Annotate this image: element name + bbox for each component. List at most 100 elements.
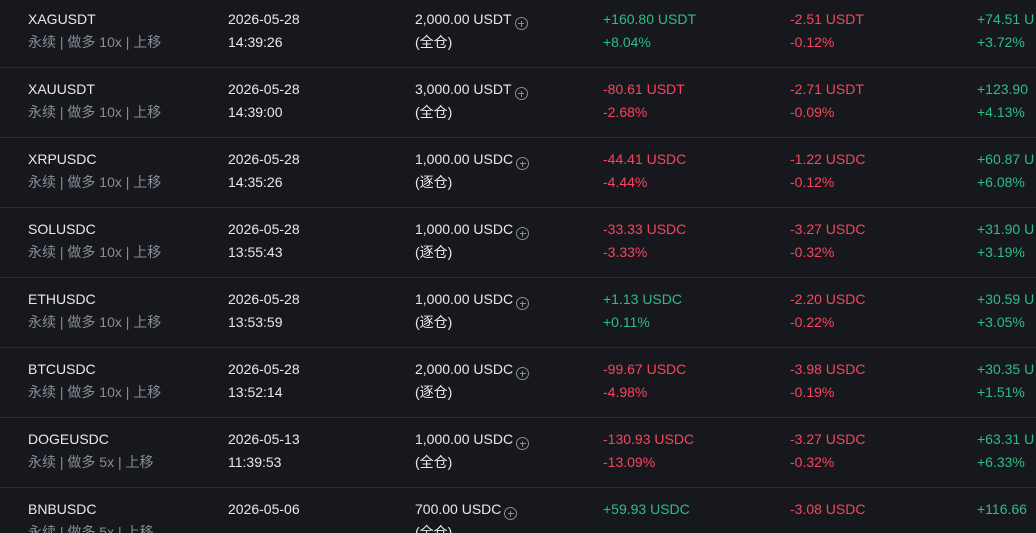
unrealized-pnl: -80.61 USDT	[603, 81, 685, 97]
margin-mode: (全仓)	[415, 34, 453, 50]
position-symbol[interactable]: ETHUSDC	[28, 289, 96, 309]
unrealized-pnl-percent: +0.11%	[603, 314, 650, 330]
table-row[interactable]: XAGUSDT 永续 | 做多 10x | 上移 2026-05-28 14:3…	[0, 0, 1036, 68]
funding-amount: +63.31 U	[977, 431, 1035, 447]
unrealized-pnl: +59.93 USDC	[603, 501, 690, 517]
plus-circle-icon[interactable]	[516, 437, 530, 450]
margin-amount: 1,000.00 USDC	[415, 219, 530, 240]
plus-circle-icon[interactable]	[514, 87, 528, 100]
margin-amount: 1,000.00 USDC	[415, 149, 530, 170]
position-meta: 永续 | 做多 10x | 上移	[28, 104, 162, 120]
open-date: 2026-05-28	[228, 221, 300, 237]
margin-mode: (逐仓)	[415, 314, 453, 330]
unrealized-pnl-percent: -2.68%	[603, 104, 648, 120]
open-time: 14:39:00	[228, 104, 283, 120]
unrealized-pnl-percent: -4.98%	[603, 384, 648, 400]
fee-amount: -2.20 USDC	[790, 291, 866, 307]
margin-amount: 700.00 USDC	[415, 499, 518, 520]
funding-amount: +116.66	[977, 501, 1027, 517]
funding-amount: +74.51 U	[977, 11, 1035, 27]
table-row[interactable]: XRPUSDC 永续 | 做多 10x | 上移 2026-05-28 14:3…	[0, 138, 1036, 208]
unrealized-pnl-percent: -13.09%	[603, 454, 656, 470]
open-date: 2026-05-28	[228, 81, 300, 97]
funding-amount: +31.90 U	[977, 221, 1035, 237]
open-date: 2026-05-06	[228, 501, 300, 517]
funding-percent: +4.13%	[977, 104, 1025, 120]
open-time: 14:39:26	[228, 34, 283, 50]
unrealized-pnl: -44.41 USDC	[603, 151, 687, 167]
margin-amount: 1,000.00 USDC	[415, 429, 530, 450]
fee-amount: -2.51 USDT	[790, 11, 864, 27]
funding-percent: +6.08%	[977, 174, 1025, 190]
funding-percent: +3.19%	[977, 244, 1025, 260]
unrealized-pnl: +160.80 USDT	[603, 11, 696, 27]
open-time: 13:55:43	[228, 244, 283, 260]
open-date: 2026-05-13	[228, 431, 300, 447]
position-symbol[interactable]: SOLUSDC	[28, 219, 96, 239]
position-meta: 永续 | 做多 10x | 上移	[28, 174, 162, 190]
plus-circle-icon[interactable]	[516, 157, 530, 170]
fee-percent: -0.09%	[790, 104, 835, 120]
table-row[interactable]: BNBUSDC 永续 | 做多 5x | 上移 2026-05-06 700.0…	[0, 488, 1036, 533]
plus-circle-icon[interactable]	[514, 17, 528, 30]
unrealized-pnl: -99.67 USDC	[603, 361, 687, 377]
fee-percent: -0.32%	[790, 244, 835, 260]
margin-mode: (逐仓)	[415, 174, 453, 190]
open-time: 13:53:59	[228, 314, 283, 330]
position-symbol[interactable]: XAGUSDT	[28, 9, 96, 29]
unrealized-pnl-percent: +8.04%	[603, 34, 651, 50]
funding-percent: +3.05%	[977, 314, 1025, 330]
plus-circle-icon[interactable]	[504, 507, 518, 520]
margin-mode: (全仓)	[415, 454, 453, 470]
position-symbol[interactable]: BTCUSDC	[28, 359, 96, 379]
fee-amount: -3.27 USDC	[790, 431, 866, 447]
positions-table: XAGUSDT 永续 | 做多 10x | 上移 2026-05-28 14:3…	[0, 0, 1036, 533]
unrealized-pnl-percent: -4.44%	[603, 174, 648, 190]
margin-mode: (全仓)	[415, 104, 453, 120]
table-row[interactable]: SOLUSDC 永续 | 做多 10x | 上移 2026-05-28 13:5…	[0, 208, 1036, 278]
margin-amount: 2,000.00 USDC	[415, 359, 530, 380]
fee-percent: -0.12%	[790, 34, 835, 50]
position-symbol[interactable]: XRPUSDC	[28, 149, 96, 169]
table-row[interactable]: BTCUSDC 永续 | 做多 10x | 上移 2026-05-28 13:5…	[0, 348, 1036, 418]
position-meta: 永续 | 做多 5x | 上移	[28, 454, 154, 470]
plus-circle-icon[interactable]	[516, 367, 530, 380]
fee-amount: -1.22 USDC	[790, 151, 866, 167]
fee-amount: -3.08 USDC	[790, 501, 866, 517]
fee-amount: -3.27 USDC	[790, 221, 866, 237]
unrealized-pnl-percent: -3.33%	[603, 244, 648, 260]
fee-percent: -0.12%	[790, 174, 835, 190]
position-meta: 永续 | 做多 10x | 上移	[28, 34, 162, 50]
position-meta: 永续 | 做多 10x | 上移	[28, 244, 162, 260]
margin-mode: (逐仓)	[415, 244, 453, 260]
plus-circle-icon[interactable]	[516, 297, 530, 310]
open-time: 11:39:53	[228, 454, 282, 470]
funding-percent: +3.72%	[977, 34, 1025, 50]
fee-percent: -0.32%	[790, 454, 835, 470]
open-time: 13:52:14	[228, 384, 283, 400]
funding-percent: +6.33%	[977, 454, 1025, 470]
funding-amount: +60.87 U	[977, 151, 1035, 167]
funding-amount: +30.59 U	[977, 291, 1035, 307]
plus-circle-icon[interactable]	[516, 227, 530, 240]
margin-mode: (逐仓)	[415, 384, 453, 400]
position-symbol[interactable]: XAUUSDT	[28, 79, 95, 99]
position-meta: 永续 | 做多 10x | 上移	[28, 384, 162, 400]
open-date: 2026-05-28	[228, 291, 300, 307]
open-date: 2026-05-28	[228, 361, 300, 377]
open-date: 2026-05-28	[228, 151, 300, 167]
position-symbol[interactable]: BNBUSDC	[28, 499, 96, 519]
margin-amount: 2,000.00 USDT	[415, 9, 528, 30]
table-row[interactable]: DOGEUSDC 永续 | 做多 5x | 上移 2026-05-13 11:3…	[0, 418, 1036, 488]
table-row[interactable]: XAUUSDT 永续 | 做多 10x | 上移 2026-05-28 14:3…	[0, 68, 1036, 138]
margin-amount: 3,000.00 USDT	[415, 79, 528, 100]
position-symbol[interactable]: DOGEUSDC	[28, 429, 109, 449]
funding-amount: +30.35 U	[977, 361, 1035, 377]
open-date: 2026-05-28	[228, 11, 300, 27]
fee-amount: -3.98 USDC	[790, 361, 866, 377]
funding-amount: +123.90	[977, 81, 1028, 97]
unrealized-pnl: +1.13 USDC	[603, 291, 682, 307]
unrealized-pnl: -33.33 USDC	[603, 221, 687, 237]
fee-percent: -0.22%	[790, 314, 835, 330]
table-row[interactable]: ETHUSDC 永续 | 做多 10x | 上移 2026-05-28 13:5…	[0, 278, 1036, 348]
